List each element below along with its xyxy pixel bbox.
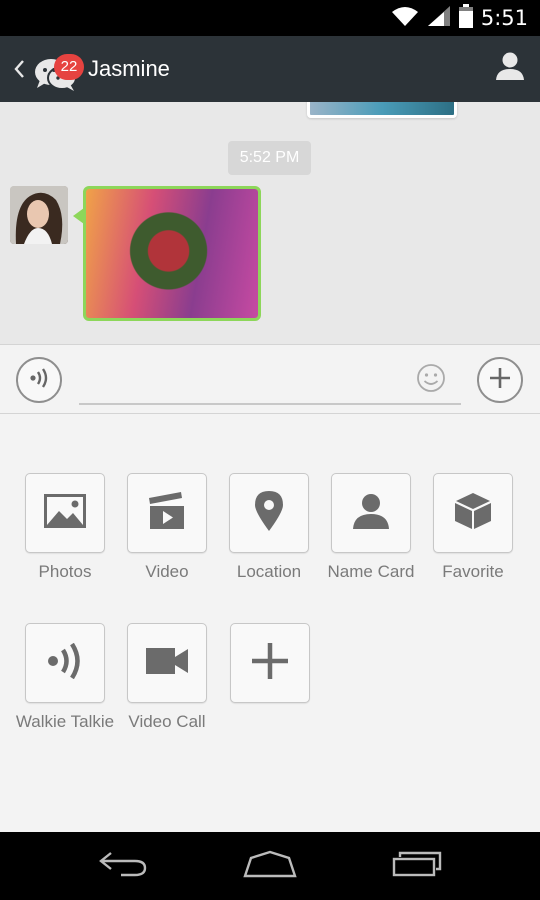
plus-icon bbox=[488, 366, 512, 395]
video-call-tile[interactable] bbox=[127, 623, 207, 703]
system-nav-bar bbox=[0, 832, 540, 900]
back-chevron-icon[interactable] bbox=[8, 36, 30, 102]
attach-add-more[interactable] bbox=[219, 623, 321, 712]
previous-image-message[interactable] bbox=[307, 102, 457, 118]
attach-label-favorite: Favorite bbox=[442, 562, 504, 581]
photos-tile[interactable] bbox=[25, 473, 105, 553]
video-tile[interactable] bbox=[127, 473, 207, 553]
status-bar: 5:51 bbox=[0, 0, 540, 36]
battery-icon bbox=[458, 3, 473, 33]
photos-icon bbox=[43, 493, 87, 534]
contact-name[interactable]: Jasmine bbox=[88, 56, 170, 82]
attach-location[interactable]: Location bbox=[218, 473, 320, 582]
unread-badge: 22 bbox=[54, 54, 84, 80]
attach-label-video: Video bbox=[145, 562, 189, 581]
signal-icon bbox=[427, 5, 451, 32]
attach-label-photos: Photos bbox=[38, 562, 92, 581]
image-message-bubble[interactable] bbox=[83, 186, 261, 321]
message-timestamp: 5:52 PM bbox=[228, 141, 311, 175]
location-tile[interactable] bbox=[229, 473, 309, 553]
profile-icon bbox=[495, 51, 525, 86]
input-bar bbox=[0, 344, 540, 414]
attach-walkie-talkie[interactable]: Walkie Talkie bbox=[14, 623, 116, 732]
nav-recents-button[interactable] bbox=[382, 841, 452, 891]
chat-messages-area[interactable]: 5:52 PM bbox=[0, 102, 540, 344]
add-more-icon bbox=[250, 641, 290, 686]
walkie-talkie-tile[interactable] bbox=[25, 623, 105, 703]
title-bar: 22 Jasmine bbox=[0, 36, 540, 102]
attach-label-walkie-talkie: Walkie Talkie bbox=[15, 712, 115, 731]
attach-photos[interactable]: Photos bbox=[14, 473, 116, 582]
chats-icon bbox=[32, 59, 82, 98]
wreath-image[interactable] bbox=[86, 189, 258, 318]
attach-favorite[interactable]: Favorite bbox=[422, 473, 524, 582]
attach-name-card[interactable]: Name Card bbox=[320, 473, 422, 582]
walkie-talkie-icon bbox=[46, 642, 84, 684]
attach-label-video-call: Video Call bbox=[128, 712, 206, 731]
home-icon bbox=[243, 850, 297, 883]
attach-label-name-card: Name Card bbox=[327, 562, 415, 581]
wifi-icon bbox=[391, 5, 419, 32]
name-card-icon bbox=[352, 492, 390, 535]
attach-label-location: Location bbox=[236, 562, 302, 581]
emoji-button[interactable] bbox=[416, 363, 446, 393]
voice-button[interactable] bbox=[16, 357, 62, 403]
clock-time: 5:51 bbox=[480, 6, 528, 30]
name-card-tile[interactable] bbox=[331, 473, 411, 553]
message-input[interactable] bbox=[79, 365, 461, 405]
contact-avatar[interactable] bbox=[10, 186, 68, 244]
more-options-button[interactable] bbox=[477, 357, 523, 403]
voice-icon bbox=[28, 367, 50, 394]
favorite-box-icon bbox=[453, 491, 493, 536]
add-more-tile[interactable] bbox=[230, 623, 310, 703]
profile-button[interactable] bbox=[490, 48, 530, 88]
emoji-icon bbox=[416, 364, 446, 397]
attach-video-call[interactable]: Video Call bbox=[116, 623, 218, 732]
recents-icon bbox=[392, 851, 442, 882]
chats-button[interactable]: 22 bbox=[32, 44, 84, 94]
nav-back-button[interactable] bbox=[88, 841, 158, 891]
video-icon bbox=[147, 491, 187, 535]
attach-video[interactable]: Video bbox=[116, 473, 218, 582]
video-call-icon bbox=[145, 647, 189, 680]
location-pin-icon bbox=[253, 490, 285, 537]
favorite-tile[interactable] bbox=[433, 473, 513, 553]
nav-home-button[interactable] bbox=[235, 841, 305, 891]
attachments-panel: Photos Video Location Name Card Favorite… bbox=[0, 414, 540, 832]
back-icon bbox=[99, 851, 147, 882]
